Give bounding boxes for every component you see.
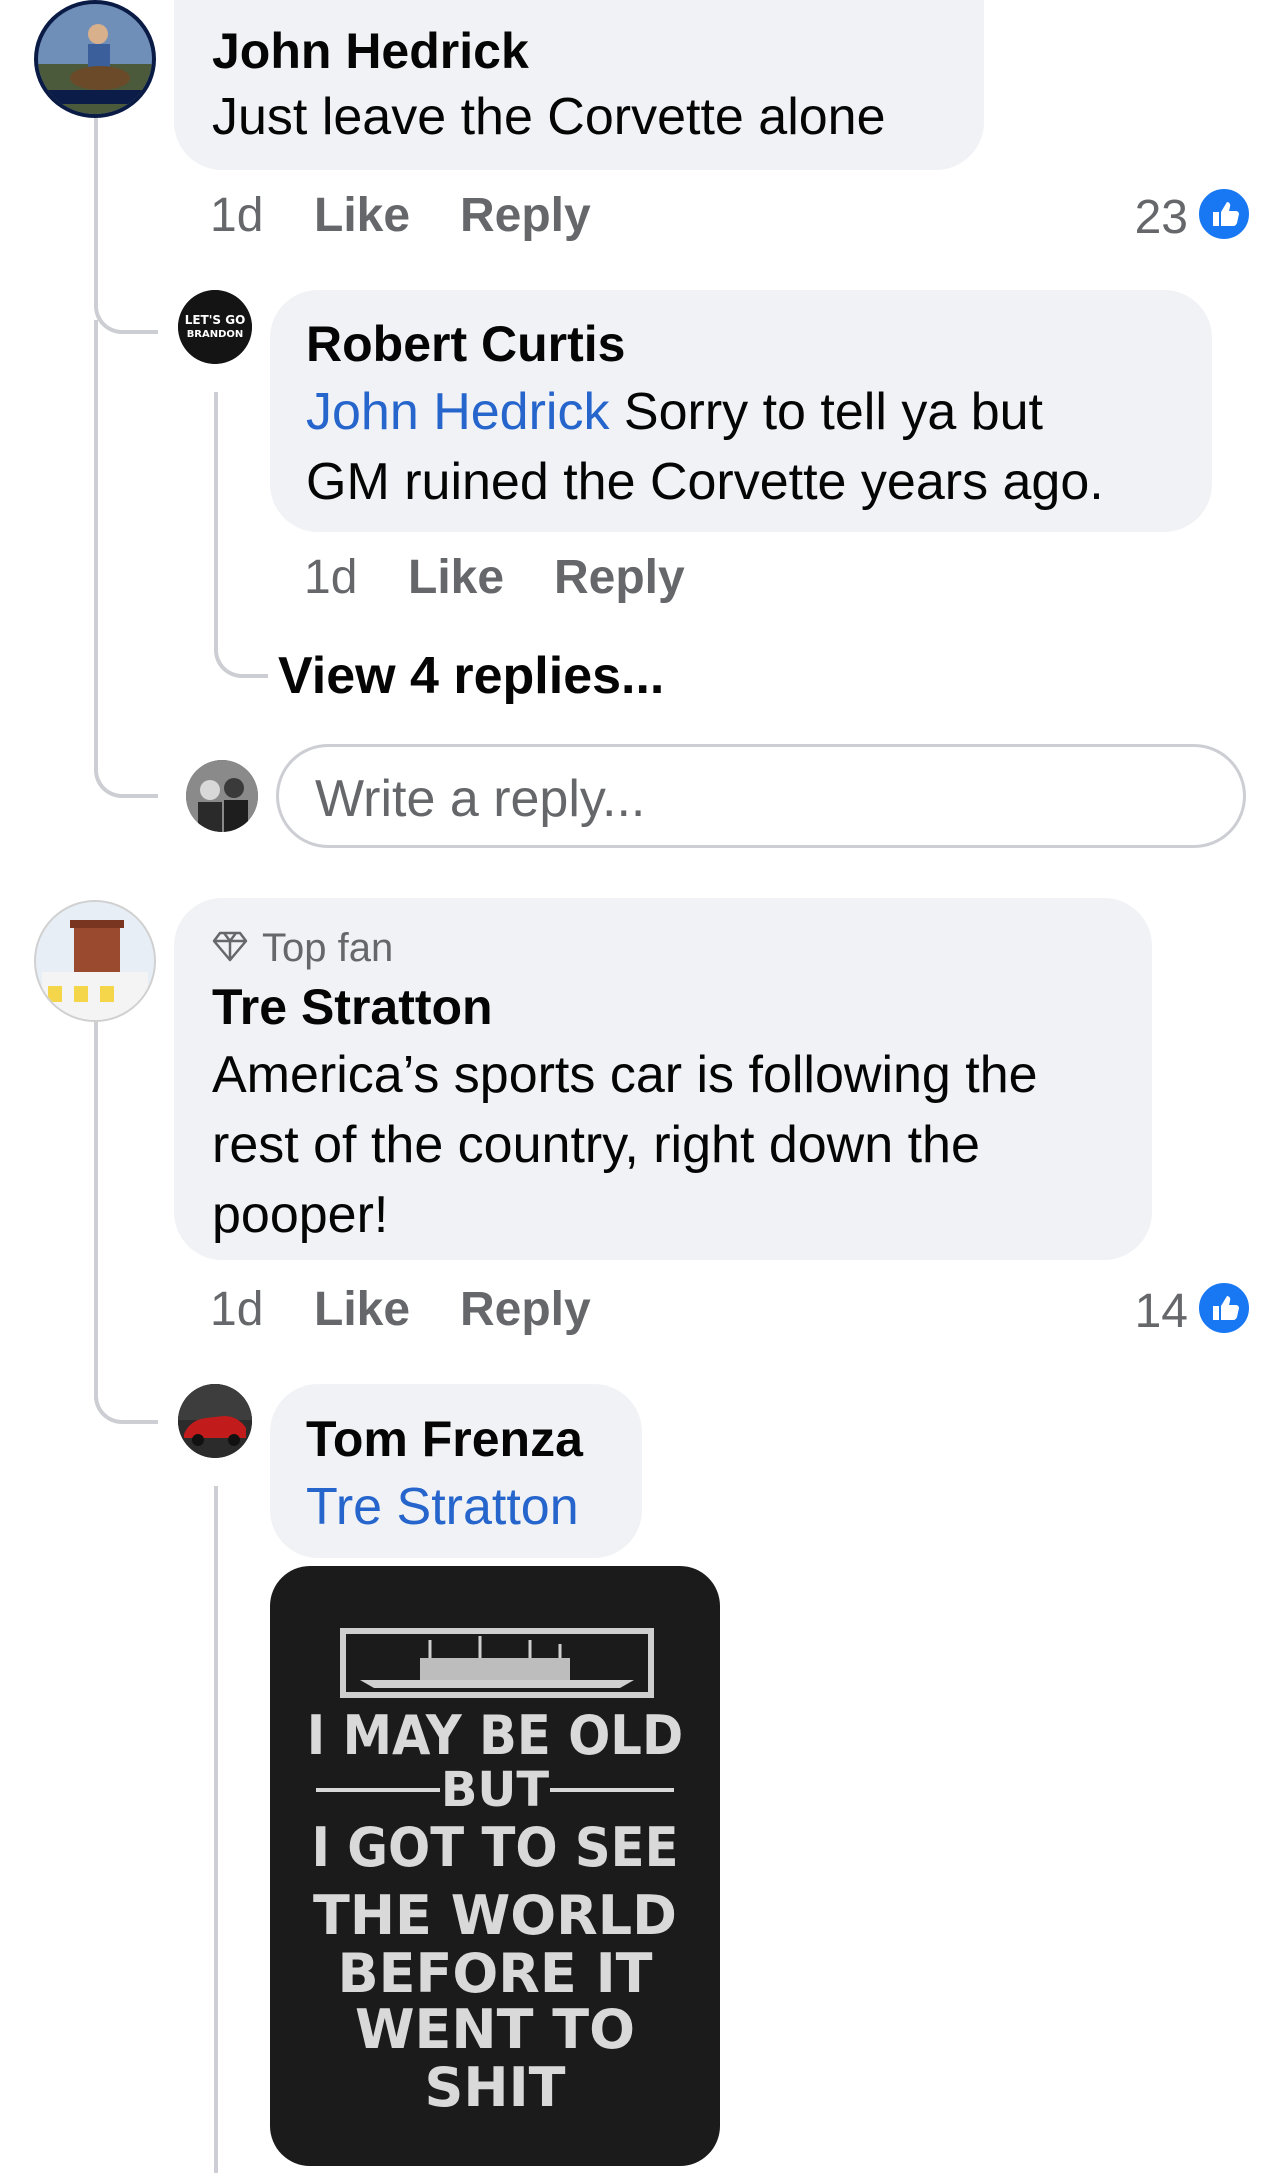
comment-text-line-2: rest of the country, right down the (212, 1116, 980, 1174)
view-replies-link[interactable]: View 4 replies... (278, 646, 664, 706)
thread-connector (94, 260, 158, 334)
avatar[interactable]: LET'S GO BRANDON (178, 290, 252, 364)
comment-text-line-1: America’s sports car is following the (212, 1046, 1038, 1104)
like-button[interactable]: Like (408, 550, 504, 606)
ship-graphic-icon (340, 1628, 654, 1698)
thread-line (214, 1486, 218, 2173)
comment-author[interactable]: Tre Stratton (212, 978, 493, 1036)
reply-text-line-2: GM ruined the Corvette years ago. (306, 453, 1104, 511)
write-reply-placeholder: Write a reply... (315, 770, 646, 828)
like-button[interactable]: Like (314, 1282, 410, 1338)
mention-link[interactable]: John Hedrick (306, 383, 609, 441)
reply-time: 1d (304, 551, 358, 604)
reply-author[interactable]: Tom Frenza (306, 1410, 583, 1468)
divider (550, 1788, 674, 1792)
image-text-line: THE WORLD (313, 1884, 677, 1947)
red-corvette-icon (178, 1384, 252, 1458)
reply-button[interactable]: Reply (460, 188, 591, 244)
user-photo-icon (186, 760, 258, 832)
current-user-avatar (186, 760, 258, 832)
chimney-cartoon-icon (36, 902, 154, 1020)
avatar[interactable] (34, 0, 156, 118)
comment-time: 1d (210, 189, 264, 242)
like-count[interactable]: 14 (1112, 1284, 1188, 1340)
avatar-icon (38, 4, 152, 114)
avatar[interactable] (34, 900, 156, 1022)
like-count[interactable]: 23 (1112, 190, 1188, 246)
reply-button[interactable]: Reply (460, 1282, 591, 1338)
attached-image[interactable]: I MAY BE OLD BUT I GOT TO SEE THE WORLD … (270, 1566, 720, 2166)
lets-go-brandon-icon: LET'S GO BRANDON (178, 290, 252, 364)
reply-author[interactable]: Robert Curtis (306, 315, 625, 373)
comment-time: 1d (210, 1283, 264, 1336)
reply-text: Sorry to tell ya but (609, 383, 1043, 441)
avatar[interactable] (178, 1384, 252, 1458)
thread-line (214, 392, 218, 632)
thread-line (94, 118, 98, 278)
reply-button[interactable]: Reply (554, 550, 685, 606)
thread-connector (94, 740, 158, 798)
svg-text:BRANDON: BRANDON (187, 329, 244, 340)
image-text-line: I GOT TO SEE (311, 1816, 679, 1879)
image-text-line: BEFORE IT (337, 1942, 653, 2005)
image-text-line: WENT TO (354, 1998, 636, 2061)
like-icon (1196, 186, 1252, 242)
thread-line (94, 320, 98, 740)
diamond-icon (212, 931, 248, 962)
thread-line (94, 1020, 98, 1400)
thread-connector (94, 1360, 158, 1424)
thread-connector (214, 620, 268, 678)
comment-author[interactable]: John Hedrick (212, 22, 529, 80)
reply-text-line-1: John Hedrick Sorry to tell ya but (306, 377, 1043, 447)
svg-text:LET'S GO: LET'S GO (185, 313, 246, 327)
comment-text-line-3: pooper! (212, 1186, 389, 1244)
image-text-line: I MAY BE OLD (306, 1704, 684, 1767)
like-icon (1196, 1280, 1252, 1336)
image-text-line: SHIT (424, 2056, 566, 2119)
write-reply-input[interactable]: Write a reply... (276, 744, 1246, 848)
top-fan-badge: Top fan (262, 926, 394, 970)
like-button[interactable]: Like (314, 188, 410, 244)
comment-text: Just leave the Corvette alone (212, 88, 886, 146)
mention-link[interactable]: Tre Stratton (306, 1472, 579, 1542)
